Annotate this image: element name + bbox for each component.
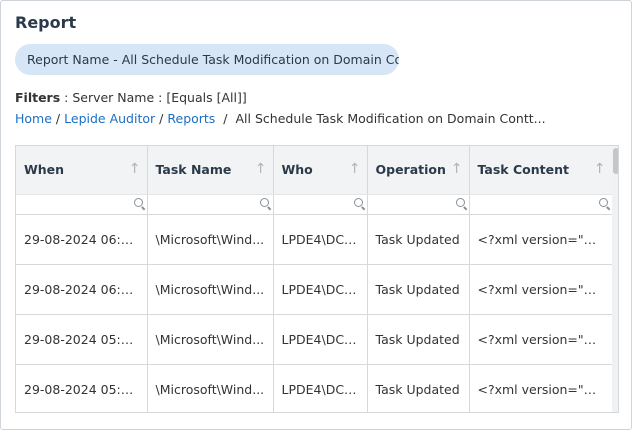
header-row: When ↑ Task Name ↑ Who ↑ Operation ↑ Task Co… [16,146,613,195]
cell-operation: Task Updated [367,214,470,265]
breadcrumb-home[interactable]: Home [15,111,52,126]
sort-arrow-up-icon[interactable]: ↑ [594,161,606,177]
cell-task-name: \Microsoft\Wind... [147,314,274,365]
column-filter-task-content[interactable] [469,194,613,215]
cell-task-name: \Microsoft\Wind... [147,264,274,315]
search-icon[interactable] [455,197,465,207]
cell-when: 29-08-2024 06:44:33 [16,214,148,265]
breadcrumb-separator: / [55,111,61,126]
cell-operation: Task Updated [367,314,470,365]
search-icon[interactable] [259,197,269,207]
cell-task-name: \Microsoft\Wind... [147,214,274,265]
sort-arrow-up-icon[interactable]: ↑ [255,161,267,177]
filters-value: : Server Name : [Equals [All]] [60,90,247,105]
page-title: Report [15,13,77,32]
cell-task-content: <?xml version="1.0"... [469,214,613,265]
breadcrumb-current: All Schedule Task Modification on Domain… [235,111,546,126]
column-filter-when[interactable] [16,194,148,215]
cell-when: 29-08-2024 06:15:04 [16,264,148,315]
column-filter-who[interactable] [273,194,368,215]
column-header-label: Who [281,162,313,178]
report-grid: When ↑ Task Name ↑ Who ↑ Operation ↑ Task Co… [15,145,619,413]
filter-row [16,194,613,215]
breadcrumb-separator: / [219,111,232,126]
column-header-label: When [24,162,65,178]
sort-arrow-up-icon[interactable]: ↑ [451,161,463,177]
column-header-label: Operation [375,162,446,178]
filters-label: Filters [15,90,61,105]
column-header-when[interactable]: When ↑ [16,146,148,195]
search-icon[interactable] [598,197,608,207]
column-filter-task-name[interactable] [147,194,274,215]
cell-who: LPDE4\DCD01 [273,214,368,265]
cell-task-content: <?xml version="1.0"... [469,314,613,365]
sort-arrow-up-icon[interactable]: ↑ [129,161,141,177]
cell-who: LPDE4\DCD01 [273,364,368,412]
filters-line: Filters : Server Name : [Equals [All]] [15,90,247,105]
cell-when: 29-08-2024 05:40:59 [16,314,148,365]
cell-operation: Task Updated [367,264,470,315]
cell-task-name: \Microsoft\Wind... [147,364,274,412]
table-row[interactable]: 29-08-2024 05:02:52 \Microsoft\Wind... L… [16,364,613,412]
cell-who: LPDE4\DCD01 [273,314,368,365]
column-header-task-content[interactable]: Task Content ↑ [469,146,613,195]
column-header-label: Task Content [477,162,569,178]
search-icon[interactable] [133,197,143,207]
sort-arrow-up-icon[interactable]: ↑ [349,161,361,177]
report-panel: Report Report Name - All Schedule Task M… [0,0,632,430]
scrollbar-thumb[interactable] [613,148,618,174]
breadcrumb-reports[interactable]: Reports [167,111,215,126]
column-header-task-name[interactable]: Task Name ↑ [147,146,274,195]
breadcrumb-separator: / [159,111,164,126]
table-row[interactable]: 29-08-2024 06:15:04 \Microsoft\Wind... L… [16,264,613,315]
search-icon[interactable] [353,197,363,207]
report-table: When ↑ Task Name ↑ Who ↑ Operation ↑ Task Co… [16,146,613,412]
cell-operation: Task Updated [367,364,470,412]
cell-task-content: <?xml version="1.0"... [469,264,613,315]
vertical-scrollbar[interactable] [612,146,618,412]
breadcrumb: Home / Lepide Auditor / Reports / All Schedu… [15,111,546,126]
table-row[interactable]: 29-08-2024 05:40:59 \Microsoft\Wind... L… [16,314,613,365]
column-header-operation[interactable]: Operation ↑ [367,146,470,195]
column-header-label: Task Name [155,162,232,178]
column-filter-operation[interactable] [367,194,470,215]
table-row[interactable]: 29-08-2024 06:44:33 \Microsoft\Wind... L… [16,214,613,265]
column-header-who[interactable]: Who ↑ [273,146,368,195]
report-name-pill: Report Name - All Schedule Task Modifica… [15,44,399,75]
cell-when: 29-08-2024 05:02:52 [16,364,148,412]
cell-who: LPDE4\DCD01 [273,264,368,315]
breadcrumb-lepide-auditor[interactable]: Lepide Auditor [64,111,155,126]
cell-task-content: <?xml version="1.0"... [469,364,613,412]
